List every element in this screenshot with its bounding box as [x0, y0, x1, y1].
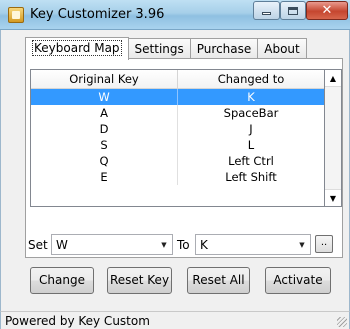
tab-about[interactable]: About [258, 38, 307, 59]
app-icon [8, 7, 24, 23]
changed-to-cell: J [177, 121, 324, 137]
table-row[interactable]: W K [31, 89, 324, 105]
original-key-cell: W [98, 90, 110, 104]
to-key-dropdown[interactable]: K ▼ [195, 234, 311, 255]
tab-purchase[interactable]: Purchase [190, 38, 259, 59]
to-label: To [177, 238, 190, 252]
activate-button[interactable]: Activate [265, 267, 331, 294]
change-button[interactable]: Change [30, 267, 94, 294]
table-row[interactable]: S L [31, 137, 324, 153]
tab-keyboard-map[interactable]: Keyboard Map [25, 37, 129, 60]
chevron-down-icon[interactable]: ▼ [156, 241, 172, 249]
original-key-cell: E [100, 170, 108, 184]
minimize-button[interactable] [253, 1, 280, 20]
set-key-value: W [56, 237, 68, 252]
status-text: Powered by Key Custom [5, 314, 150, 328]
close-button[interactable]: ✕ [306, 1, 348, 20]
tab-settings[interactable]: Settings [128, 38, 191, 59]
changed-to-cell: L [177, 137, 324, 153]
table-row[interactable]: A SpaceBar [31, 105, 324, 121]
original-key-cell: D [99, 122, 109, 136]
resize-grip-icon[interactable] [337, 317, 347, 327]
chevron-down-icon[interactable]: ▼ [294, 241, 310, 249]
set-label: Set [28, 238, 48, 252]
reset-key-button[interactable]: Reset Key [107, 267, 172, 294]
original-key-cell: Q [99, 154, 109, 168]
keyboard-map-panel: Original Key Changed to W K A SpaceBar D… [25, 58, 343, 258]
table-row[interactable]: D J [31, 121, 324, 137]
maximize-icon [288, 6, 298, 15]
scroll-up-icon[interactable]: ▲ [325, 70, 341, 87]
original-key-cell: A [100, 106, 108, 120]
key-mapping-table: Original Key Changed to W K A SpaceBar D… [30, 69, 325, 207]
tab-strip: Keyboard Map Settings Purchase About [25, 37, 307, 60]
column-header-changed-to[interactable]: Changed to [177, 70, 324, 88]
close-icon: ✕ [321, 3, 333, 18]
original-key-cell: S [100, 138, 108, 152]
minimize-icon [262, 12, 271, 15]
status-bar: Powered by Key Custom [0, 311, 350, 329]
table-scrollbar[interactable]: ▲ ▼ [325, 69, 342, 207]
table-row[interactable]: Q Left Ctrl [31, 153, 324, 169]
set-key-dropdown[interactable]: W ▼ [51, 234, 173, 255]
scroll-down-icon[interactable]: ▼ [325, 189, 341, 206]
reset-all-button[interactable]: Reset All [187, 267, 250, 294]
to-key-value: K [200, 237, 208, 252]
changed-to-cell: Left Ctrl [177, 153, 324, 169]
window-title: Key Customizer 3.96 [30, 7, 165, 22]
window-client-area: Keyboard Map Settings Purchase About Ori… [0, 30, 350, 311]
tab-label: Keyboard Map [32, 40, 122, 56]
changed-to-cell: SpaceBar [177, 105, 324, 121]
table-header: Original Key Changed to [31, 70, 324, 89]
browse-button[interactable]: .. [315, 235, 333, 253]
column-header-original-key[interactable]: Original Key [31, 70, 177, 88]
maximize-button[interactable] [280, 1, 306, 20]
title-bar: Key Customizer 3.96 ✕ [0, 0, 350, 30]
changed-to-cell: K [177, 89, 324, 105]
table-row[interactable]: E Left Shift [31, 169, 324, 185]
changed-to-cell: Left Shift [177, 169, 324, 185]
